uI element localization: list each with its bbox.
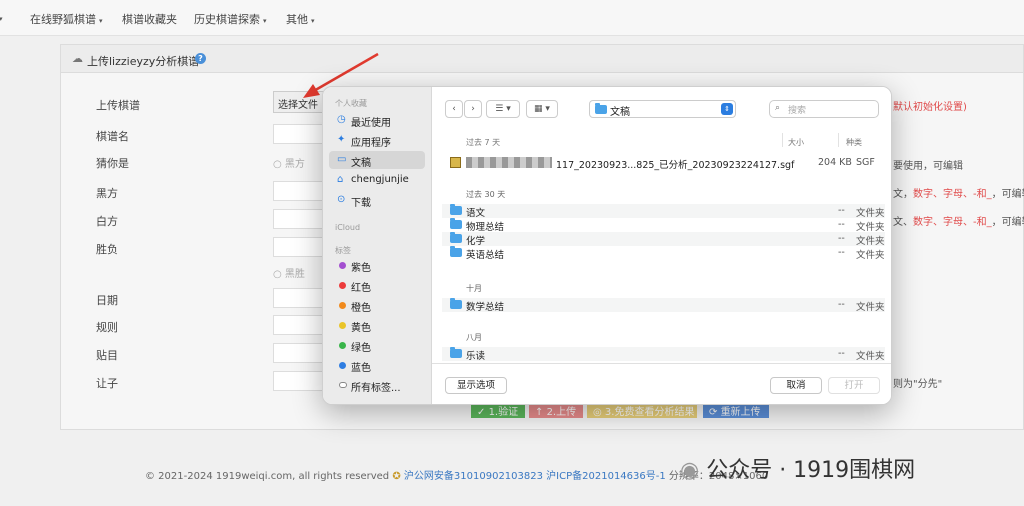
folder-row[interactable]: 数学总结 -- 文件夹 <box>442 298 885 313</box>
dialog-bottom-bar: 显示选项 取消 打开 <box>432 363 891 404</box>
folder-row[interactable]: 乐读 -- 文件夹 <box>442 347 885 362</box>
dialog-main: ‹ › ☰ ▾ ▦ ▾ 文稿 ⇕ ⌕ 搜索 过去 7 天 大小 种类 117_2… <box>432 87 891 404</box>
tag-all[interactable]: 所有标签... <box>329 376 425 394</box>
column-separator <box>838 133 839 147</box>
sidebar-item-apps[interactable]: ✦ 应用程序 <box>329 131 425 149</box>
folder-row[interactable]: 语文 -- 文件夹 <box>442 204 885 219</box>
redacted-filename <box>466 157 552 168</box>
sgf-file-icon <box>450 157 461 168</box>
download-icon: ⊙ <box>337 194 346 205</box>
group-last-30-days: 过去 30 天 <box>466 190 506 199</box>
folder-icon <box>595 103 607 114</box>
tag-blue[interactable]: 蓝色 <box>329 356 425 374</box>
grid-view-button[interactable]: ▦ ▾ <box>526 100 558 118</box>
folder-icon <box>450 204 462 215</box>
folder-icon <box>450 232 462 243</box>
tag-dot-icon <box>339 302 346 309</box>
tag-yellow[interactable]: 黄色 <box>329 316 425 334</box>
column-size[interactable]: 大小 <box>788 137 804 148</box>
tag-dot-icon <box>339 322 346 329</box>
column-separator <box>782 133 783 147</box>
chevron-updown-icon: ⇕ <box>721 103 733 115</box>
document-icon: ▭ <box>337 154 347 165</box>
group-october: 十月 <box>466 284 482 293</box>
tag-dot-icon <box>339 362 346 369</box>
folder-icon <box>450 246 462 257</box>
sidebar-item-home[interactable]: ⌂ chengjunjie <box>329 171 425 189</box>
search-icon: ⌕ <box>775 103 781 113</box>
forward-button[interactable]: › <box>464 100 482 118</box>
clock-icon: ◷ <box>337 114 346 125</box>
tag-outline-icon <box>339 382 347 388</box>
tag-red[interactable]: 红色 <box>329 276 425 294</box>
column-kind[interactable]: 种类 <box>846 137 862 148</box>
sidebar-head-favorites: 个人收藏 <box>335 99 367 108</box>
sidebar-item-downloads[interactable]: ⊙ 下载 <box>329 191 425 209</box>
folder-row[interactable]: 化学 -- 文件夹 <box>442 232 885 247</box>
dialog-sidebar: 个人收藏 ◷ 最近使用 ✦ 应用程序 ▭ 文稿 ⌂ chengjunjie ⊙ 下载 iC… <box>323 87 432 404</box>
show-options-button[interactable]: 显示选项 <box>445 377 507 394</box>
tag-purple[interactable]: 紫色 <box>329 256 425 274</box>
file-open-dialog: 个人收藏 ◷ 最近使用 ✦ 应用程序 ▭ 文稿 ⌂ chengjunjie ⊙ 下载 iC… <box>322 86 892 405</box>
sidebar-item-documents[interactable]: ▭ 文稿 <box>329 151 425 169</box>
column-name[interactable]: 过去 7 天 <box>466 137 500 148</box>
search-input[interactable]: ⌕ 搜索 <box>769 100 879 118</box>
sidebar-head-icloud: iCloud <box>335 223 361 232</box>
file-row-sgf[interactable]: 117_20230923...825_已分析_20230923224127.sg… <box>442 156 885 171</box>
home-icon: ⌂ <box>337 174 344 185</box>
back-button[interactable]: ‹ <box>445 100 463 118</box>
folder-icon <box>450 218 462 229</box>
open-button[interactable]: 打开 <box>828 377 880 394</box>
sidebar-item-recent[interactable]: ◷ 最近使用 <box>329 111 425 129</box>
list-view-button[interactable]: ☰ ▾ <box>486 100 520 118</box>
folder-icon <box>450 347 462 358</box>
folder-row[interactable]: 英语总结 -- 文件夹 <box>442 246 885 261</box>
folder-row[interactable]: 物理总结 -- 文件夹 <box>442 218 885 233</box>
group-august: 八月 <box>466 333 482 342</box>
tag-dot-icon <box>339 342 346 349</box>
apps-icon: ✦ <box>337 134 346 145</box>
folder-icon <box>450 298 462 309</box>
tag-dot-icon <box>339 262 346 269</box>
location-popup[interactable]: 文稿 ⇕ <box>589 100 736 118</box>
cancel-button[interactable]: 取消 <box>770 377 822 394</box>
tag-dot-icon <box>339 282 346 289</box>
sidebar-head-tags: 标签 <box>335 246 351 255</box>
tag-green[interactable]: 绿色 <box>329 336 425 354</box>
tag-orange[interactable]: 橙色 <box>329 296 425 314</box>
